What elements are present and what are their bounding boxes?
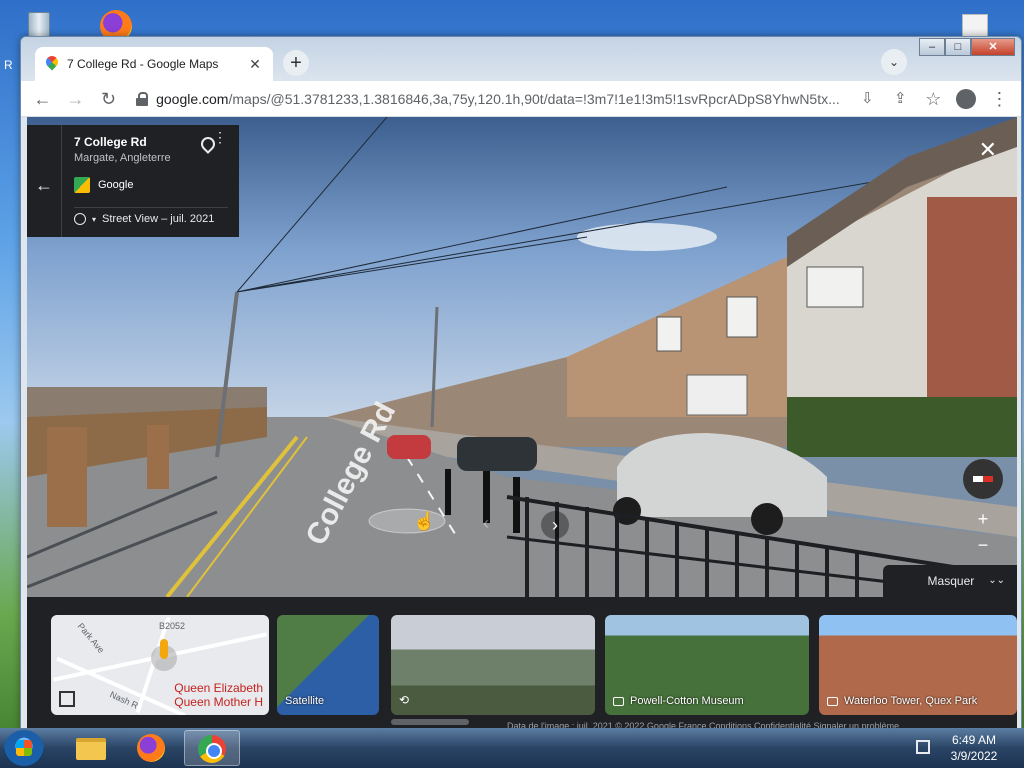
satellite-label: Satellite — [285, 695, 324, 707]
tab-search-button[interactable]: ⌄ — [881, 49, 907, 75]
install-app-icon[interactable]: ⇩ — [854, 85, 881, 113]
double-chevron-down-icon: ⌄⌄ — [988, 575, 1005, 586]
caret-down-icon: ▾ — [92, 214, 97, 224]
navigate-forward-arrow[interactable]: › — [541, 511, 569, 539]
taskbar-chrome-button[interactable] — [184, 730, 240, 766]
more-options-icon[interactable]: ⋮ — [213, 130, 227, 144]
minimize-button[interactable]: – — [919, 38, 945, 56]
street-view-date-selector[interactable]: ▾ Street View – juil. 2021 — [74, 213, 214, 225]
chrome-icon — [198, 735, 226, 763]
museum-photo-thumbnail[interactable]: Powell-Cotton Museum — [605, 615, 809, 715]
satellite-label-text: Satellite — [285, 695, 325, 707]
history-clock-icon — [74, 213, 86, 225]
place-details: 7 College Rd Margate, Angleterre ⋮ Googl… — [61, 125, 239, 237]
close-tab-icon[interactable]: ✕ — [247, 56, 263, 73]
share-icon[interactable]: ⇪ — [887, 85, 914, 113]
taskbar-explorer-button[interactable] — [64, 730, 120, 766]
back-arrow-icon[interactable]: ← — [35, 175, 53, 196]
provider-name: Google — [98, 179, 134, 191]
reload-button[interactable]: ↻ — [95, 85, 122, 113]
maximize-button[interactable]: □ — [945, 38, 971, 56]
camera-icon — [827, 696, 838, 706]
firefox-icon — [137, 734, 165, 762]
tab-google-maps[interactable]: 7 College Rd - Google Maps ✕ — [35, 47, 273, 81]
window-controls: – □ ✕ — [919, 38, 1015, 56]
taskbar: 6:49 AM 3/9/2022 — [0, 728, 1024, 768]
tower-label: Waterloo Tower, Quex Park — [827, 695, 977, 707]
museum-label-text: Powell-Cotton Museum — [630, 695, 744, 707]
hide-imagery-button[interactable]: Masquer ⌄⌄ — [883, 565, 1017, 597]
card-divider — [74, 207, 228, 208]
clock-time: 6:49 AM — [951, 733, 997, 747]
browser-toolbar: ← → ↻ google.com/maps/@51.3781233,1.3816… — [21, 81, 1021, 117]
hide-label: Masquer — [927, 574, 975, 588]
taskbar-firefox-button[interactable] — [124, 730, 180, 766]
close-window-button[interactable]: ✕ — [971, 38, 1015, 56]
imagery-filmstrip: B2052 Park Ave Nash R Queen Elizabeth Qu… — [27, 597, 1017, 729]
start-button[interactable] — [4, 730, 44, 766]
browser-menu-icon[interactable]: ⋮ — [986, 85, 1013, 113]
place-subtitle: Margate, Angleterre — [74, 152, 171, 164]
tab-title: 7 College Rd - Google Maps — [67, 57, 219, 71]
tower-label-text: Waterloo Tower, Quex Park — [844, 695, 978, 707]
desktop-label: R — [4, 58, 13, 72]
museum-label: Powell-Cotton Museum — [613, 695, 744, 707]
map-thumbnail[interactable]: B2052 Park Ave Nash R Queen Elizabeth Qu… — [51, 615, 269, 715]
url-text[interactable]: google.com/maps/@51.3781233,1.3816846,3a… — [156, 91, 840, 107]
panorama-360-icon: ⟲ — [399, 693, 410, 707]
camera-icon — [613, 696, 624, 706]
google-logo-icon — [74, 177, 90, 193]
map-poi-label: Queen Elizabeth Queen Mother H — [174, 681, 263, 709]
tower-photo-thumbnail[interactable]: Waterloo Tower, Quex Park — [819, 615, 1017, 715]
lock-icon[interactable] — [136, 91, 149, 106]
fullscreen-icon[interactable] — [59, 691, 75, 707]
network-tray-icon[interactable] — [916, 740, 930, 754]
image-provider: Google — [74, 177, 133, 193]
panorama-thumbnail[interactable]: ⟲ — [391, 615, 595, 715]
clock-date: 3/9/2022 — [950, 749, 998, 763]
maps-favicon-icon — [45, 56, 59, 72]
hand-cursor-icon — [413, 511, 427, 531]
zoom-out-button[interactable]: − — [969, 535, 997, 559]
satellite-thumbnail[interactable]: Satellite — [277, 615, 379, 715]
system-clock[interactable]: 6:49 AM 3/9/2022 — [942, 732, 1006, 764]
zoom-in-button[interactable]: + — [969, 509, 997, 533]
filmstrip-scrollbar[interactable] — [391, 719, 469, 725]
browser-window: 7 College Rd - Google Maps ✕ + ⌄ – □ ✕ ←… — [20, 36, 1022, 730]
street-view-date: Street View – juil. 2021 — [102, 213, 215, 225]
back-button[interactable]: ← — [29, 85, 56, 113]
profile-button[interactable] — [953, 85, 980, 113]
place-info-card: ← 7 College Rd Margate, Angleterre ⋮ Goo… — [27, 125, 239, 237]
street-view-panorama[interactable]: College Rd ← 7 College Rd Margate, Angle… — [27, 117, 1017, 597]
map-road-label: Park Ave — [75, 621, 107, 655]
navigate-back-arrow[interactable]: ‹ — [483, 513, 489, 534]
compass-icon[interactable] — [963, 459, 1003, 499]
bookmark-star-icon[interactable]: ☆ — [920, 85, 947, 113]
close-street-view-icon[interactable]: ✕ — [979, 137, 997, 163]
new-tab-button[interactable]: + — [283, 50, 309, 76]
tab-strip: 7 College Rd - Google Maps ✕ + ⌄ – □ ✕ — [21, 37, 1021, 81]
map-road-label: B2052 — [159, 621, 186, 631]
address-bar[interactable]: google.com/maps/@51.3781233,1.3816846,3a… — [128, 85, 848, 113]
url-host: google.com — [156, 90, 229, 107]
forward-button[interactable]: → — [62, 85, 89, 113]
url-path: /maps/@51.3781233,1.3816846,3a,75y,120.1… — [228, 90, 840, 107]
folder-icon — [76, 738, 106, 760]
avatar-icon — [956, 88, 977, 109]
location-pin-icon[interactable] — [201, 137, 211, 151]
pegman-icon — [151, 639, 177, 671]
